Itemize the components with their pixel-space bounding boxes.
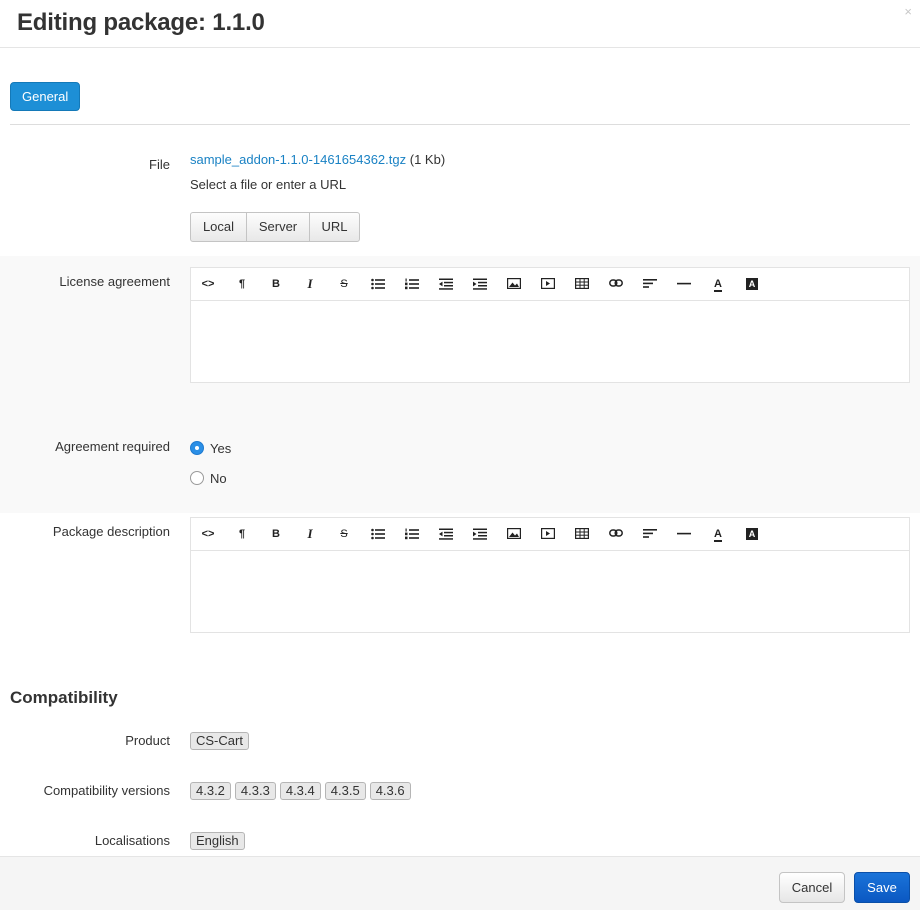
italic-icon[interactable]: I (299, 526, 321, 542)
version-tag[interactable]: 4.3.5 (324, 782, 366, 800)
indent-icon[interactable] (469, 526, 491, 542)
align-icon[interactable] (639, 526, 661, 542)
license-editor-toolbar: <> ¶ B I S A A (191, 268, 909, 301)
save-button[interactable]: Save (854, 872, 910, 903)
compatibility-versions-label: Compatibility versions (43, 783, 170, 798)
compatibility-heading: Compatibility (10, 688, 118, 707)
link-icon[interactable] (605, 276, 627, 292)
version-tag[interactable]: 4.3.6 (369, 782, 411, 800)
local-button[interactable]: Local (191, 213, 247, 241)
html-code-icon[interactable]: <> (197, 526, 219, 542)
indent-icon[interactable] (469, 276, 491, 292)
dialog-footer: Cancel Save (0, 856, 920, 910)
license-label: License agreement (59, 274, 170, 289)
version-tag[interactable]: 4.3.3 (234, 782, 276, 800)
paragraph-icon[interactable]: ¶ (231, 526, 253, 542)
localisations-label: Localisations (94, 833, 170, 848)
html-code-icon[interactable]: <> (197, 276, 219, 292)
table-icon[interactable] (571, 526, 593, 542)
tab-general[interactable]: General (10, 82, 81, 111)
license-editor-content[interactable] (191, 301, 909, 382)
video-icon[interactable] (537, 276, 559, 292)
dialog-header: Editing package: 1.1.0 × (0, 0, 920, 48)
product-tags: CS-Cart (190, 732, 249, 750)
dialog-title: Editing package: 1.1.0 (17, 9, 265, 36)
background-color-icon[interactable]: A (741, 276, 763, 292)
bold-icon[interactable]: B (265, 526, 287, 542)
italic-icon[interactable]: I (299, 276, 321, 292)
file-hint: Select a file or enter a URL (190, 177, 347, 192)
version-tags: 4.3.2 4.3.3 4.3.4 4.3.5 4.3.6 (190, 782, 411, 800)
product-label: Product (125, 733, 170, 748)
align-icon[interactable] (639, 276, 661, 292)
localisation-tag[interactable]: English (190, 832, 245, 850)
bold-icon[interactable]: B (265, 276, 287, 292)
description-editor-content[interactable] (191, 551, 909, 632)
strikethrough-icon[interactable]: S (333, 526, 355, 542)
paragraph-icon[interactable]: ¶ (231, 276, 253, 292)
file-source-buttons: Local Server URL (190, 212, 360, 242)
file-link[interactable]: sample_addon-1.1.0-1461654362.tgz (190, 152, 406, 167)
version-tag[interactable]: 4.3.2 (190, 782, 231, 800)
file-label: File (149, 157, 170, 172)
link-icon[interactable] (605, 526, 627, 542)
font-color-icon[interactable]: A (707, 276, 729, 292)
description-editor-toolbar: <> ¶ B I S A A (191, 518, 909, 551)
radio-unchecked-icon (190, 471, 204, 485)
product-tag[interactable]: CS-Cart (190, 732, 249, 750)
numbered-list-icon[interactable] (401, 276, 423, 292)
server-button[interactable]: Server (247, 213, 310, 241)
license-editor: <> ¶ B I S A A (190, 267, 910, 383)
image-icon[interactable] (503, 526, 525, 542)
agreement-required-label: Agreement required (55, 439, 170, 454)
version-tag[interactable]: 4.3.4 (279, 782, 321, 800)
description-editor: <> ¶ B I S A A (190, 517, 910, 633)
bullet-list-icon[interactable] (367, 276, 389, 292)
package-description-label: Package description (52, 524, 170, 539)
font-color-icon[interactable]: A (707, 526, 729, 542)
horizontal-rule-icon[interactable] (673, 276, 695, 292)
close-icon[interactable]: × (904, 4, 912, 20)
agreement-yes-radio[interactable]: Yes (190, 440, 231, 456)
background-color-icon[interactable]: A (741, 526, 763, 542)
file-info: sample_addon-1.1.0-1461654362.tgz (1 Kb) (190, 152, 445, 168)
outdent-icon[interactable] (435, 526, 457, 542)
localisation-tags: English (190, 832, 245, 850)
horizontal-rule-icon[interactable] (673, 526, 695, 542)
numbered-list-icon[interactable] (401, 526, 423, 542)
image-icon[interactable] (503, 276, 525, 292)
tab-divider (10, 124, 910, 125)
url-button[interactable]: URL (310, 213, 359, 241)
file-size: (1 Kb) (409, 152, 446, 167)
video-icon[interactable] (537, 526, 559, 542)
bullet-list-icon[interactable] (367, 526, 389, 542)
cancel-button[interactable]: Cancel (779, 872, 845, 903)
radio-checked-icon (190, 441, 204, 455)
table-icon[interactable] (571, 276, 593, 292)
agreement-yes-label: Yes (210, 440, 232, 456)
outdent-icon[interactable] (435, 276, 457, 292)
agreement-no-label: No (210, 470, 227, 486)
strikethrough-icon[interactable]: S (333, 276, 355, 292)
agreement-no-radio[interactable]: No (190, 470, 227, 486)
